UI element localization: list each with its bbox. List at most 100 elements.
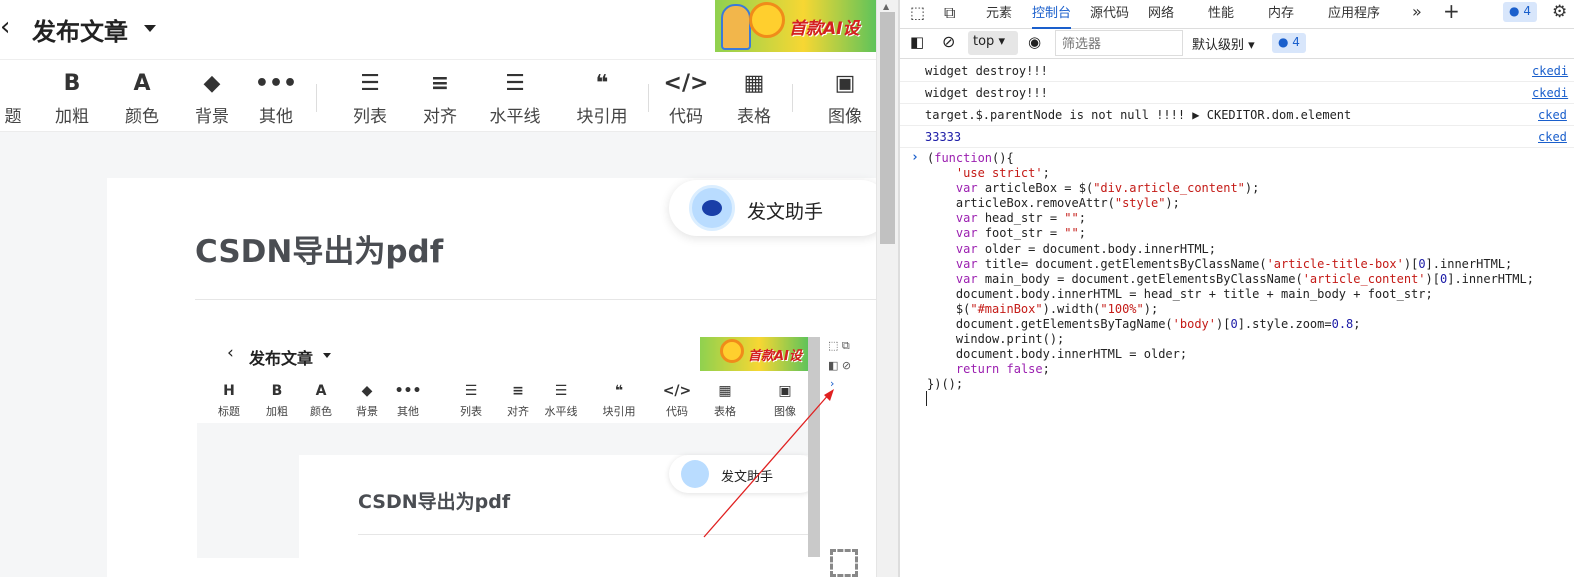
log-level-select[interactable]: 默认级别 ▾ [1192, 34, 1255, 53]
ad-banner[interactable]: 首款AI设 [715, 0, 876, 52]
back-icon[interactable]: ‹ [0, 12, 14, 42]
nested-toolbar-item: ☰ 水平线 [543, 381, 579, 419]
nested-article-title: CSDN导出为pdf [358, 491, 511, 513]
nested-toolbar-item: ❝ 块引用 [601, 381, 637, 419]
toolbar-horizontal-line[interactable]: ☰ 水平线 [483, 68, 547, 128]
title-divider [195, 299, 876, 300]
console-input-code[interactable]: (function(){ 'use strict'; var articleBo… [927, 151, 1534, 393]
inspect-element-icon[interactable]: ⬚ [910, 3, 925, 22]
toolbar-list[interactable]: ☰ 列表 [344, 68, 396, 128]
assistant-label: 发文助手 [747, 201, 824, 223]
nested-toolbar-item: ≡ 对齐 [500, 381, 536, 419]
console-log-row: widget destroy!!! ckedi [900, 82, 1574, 104]
list-icon: ☰ [360, 70, 380, 96]
nested-toolbar-label: 背景 [356, 405, 378, 418]
settings-gear-icon[interactable]: ⚙ [1552, 2, 1567, 22]
devtools-tab[interactable]: 应用程序 [1328, 2, 1380, 21]
toolbar-align[interactable]: ≡ 对齐 [414, 68, 466, 128]
log-source-link[interactable]: ckedi [1532, 64, 1568, 78]
devtools-tab[interactable]: 性能 [1208, 2, 1234, 21]
toolbar-heading[interactable]: 题 [0, 68, 34, 127]
issues-count: 4 [1523, 4, 1531, 18]
device-toggle-icon[interactable]: ⧉ [944, 3, 955, 23]
devtools-tab[interactable]: 控制台 [1032, 2, 1072, 29]
issues-count-2: 4 [1292, 35, 1300, 49]
devtools-tabbar: ⬚ ⧉ 元素 控制台 源代码 网络 性能 内存 应用程序 » + ● 4 ⚙ [900, 0, 1574, 29]
log-source-link[interactable]: cked [1538, 130, 1567, 144]
toolbar-quote[interactable]: ❝ 块引用 [570, 68, 634, 128]
align-icon: ≡ [430, 70, 450, 96]
log-source-link[interactable]: ckedi [1532, 86, 1568, 100]
clear-console-icon[interactable]: ⊘ [942, 32, 955, 51]
nested-toolbar-label: 对齐 [507, 405, 529, 418]
devtools-tab[interactable]: 内存 [1268, 2, 1294, 21]
console-log-row: 33333 cked [900, 126, 1574, 148]
code-line: })(); [927, 377, 964, 392]
nested-toolbar-item: A 颜色 [303, 381, 339, 419]
nested-toolbar-item: ••• 其他 [390, 381, 426, 419]
log-source-link[interactable]: cked [1538, 108, 1567, 122]
code-line: return false; [955, 362, 1050, 377]
code-line: var head_str = ""; [955, 211, 1086, 226]
code-line: document.getElementsByTagName('body')[0]… [927, 317, 1361, 332]
live-expression-eye-icon[interactable]: ◉ [1028, 33, 1041, 51]
heading-icon [0, 68, 34, 98]
devtools-tab[interactable]: 网络 [1148, 2, 1174, 21]
nested-toolbar-icon: H [223, 383, 235, 399]
image-icon: ▣ [834, 70, 856, 96]
toolbar-font-color[interactable]: A 颜色 [119, 68, 165, 128]
toolbar-label: 加粗 [55, 107, 89, 127]
code-line: var foot_str = ""; [955, 226, 1086, 241]
toolbar-code[interactable]: </> 代码 [660, 68, 712, 128]
nested-toolbar-icon: ☰ [554, 383, 568, 399]
devtools-tab[interactable]: 元素 [986, 2, 1012, 21]
sidebar-toggle-icon[interactable]: ◧ [910, 33, 924, 51]
context-select[interactable]: top ▾ [968, 31, 1018, 55]
nested-toolbar-label: 标题 [218, 405, 240, 418]
toolbar-image[interactable]: ▣ 图像 [822, 68, 868, 128]
nested-toolbar-item: ☰ 列表 [453, 381, 489, 419]
devtools-tab[interactable]: 源代码 [1090, 2, 1129, 21]
code-line: var title= document.getElementsByClassNa… [955, 256, 1513, 271]
qr-code-icon[interactable] [830, 549, 858, 577]
nested-ad-banner: 首款AI设 [700, 337, 808, 371]
nested-toolbar-item: ◆ 背景 [349, 381, 385, 419]
annotation-arrow [703, 389, 834, 538]
article-title[interactable]: CSDN导出为pdf [195, 226, 443, 271]
toolbar-bold[interactable]: B 加粗 [49, 68, 95, 128]
issues-badge-2[interactable]: ● 4 [1272, 33, 1306, 53]
issues-badge[interactable]: ● 4 [1503, 2, 1537, 22]
more-tabs-icon[interactable]: » [1412, 2, 1422, 21]
scroll-up-icon[interactable]: ▲ [883, 2, 889, 11]
log-level-label: 默认级别 [1192, 38, 1245, 53]
code-line: var older = document.body.innerHTML; [955, 241, 1217, 256]
log-message: target.$.parentNode is not null !!!! ▶ C… [925, 108, 1352, 122]
nested-toolbar-icon: </> [662, 383, 692, 399]
toolbar-label: 其他 [259, 107, 293, 127]
toolbar-paint-bucket[interactable]: ◆ 背景 [189, 68, 235, 128]
toolbar-table[interactable]: ▦ 表格 [731, 68, 777, 128]
page-title: 发布文章 [32, 18, 128, 46]
mascot-image [721, 4, 751, 50]
nested-toolbar-icon: ••• [394, 383, 422, 399]
toolbar-separator [792, 84, 793, 112]
filter-input[interactable] [1055, 30, 1183, 56]
context-value: top [973, 34, 995, 49]
toolbar-more[interactable]: ••• 其他 [252, 68, 300, 128]
nested-toolbar-icon: ≡ [512, 383, 524, 399]
scrollbar-thumb[interactable] [880, 12, 895, 244]
toolbar-label: 表格 [737, 107, 771, 127]
editor-scrollbar[interactable]: ▲ [876, 0, 898, 577]
chevron-down-icon[interactable] [144, 25, 156, 32]
code-line: (function(){ [927, 151, 1014, 165]
nested-toolbar-icon: A [315, 383, 327, 399]
prompt-chevron-icon: › [911, 150, 919, 165]
writing-assistant-button[interactable]: 发文助手 [669, 180, 876, 236]
toolbar-label: 题 [4, 107, 22, 127]
toolbar-label: 块引用 [576, 107, 628, 127]
code-line: articleBox.removeAttr("style"); [927, 196, 1180, 211]
more-icon: ••• [254, 70, 298, 96]
nested-toolbar-label: 颜色 [310, 405, 332, 418]
add-tab-icon[interactable]: + [1443, 0, 1460, 23]
banner-text: 首款AI设 [789, 19, 860, 39]
